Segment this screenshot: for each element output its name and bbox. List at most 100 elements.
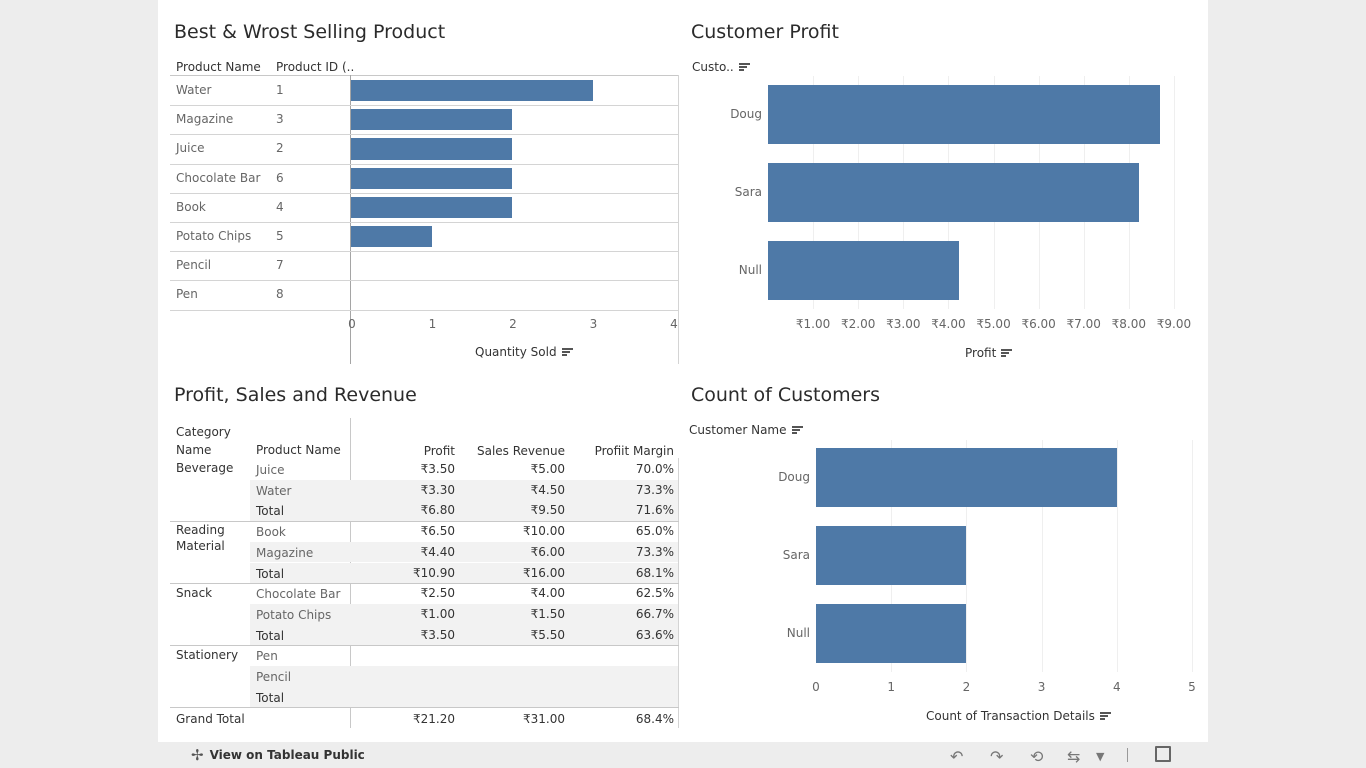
redo-icon[interactable]: ↷ xyxy=(990,747,1003,766)
psr-sales-cell: ₹10.00 xyxy=(523,524,565,539)
psr-margin-cell: 68.1% xyxy=(635,565,674,580)
row-divider xyxy=(170,105,679,107)
psr-profit-cell: ₹3.30 xyxy=(420,482,455,497)
psr-sales-cell: ₹5.50 xyxy=(530,627,565,642)
profit-bar[interactable] xyxy=(768,163,1140,222)
x-tick-label: ₹5.00 xyxy=(976,317,1011,331)
psr-product-cell: Juice xyxy=(256,463,285,477)
psr-product-cell: Total xyxy=(256,566,285,581)
x-tick-label: 3 xyxy=(1037,680,1046,694)
quantity-bar[interactable] xyxy=(351,167,512,189)
profit-margin-header[interactable]: Profiit Margin xyxy=(578,444,674,458)
tableau-logo-icon: ✢ xyxy=(191,746,204,764)
category-header-line1[interactable]: Category xyxy=(176,425,231,439)
quantity-sold-label: Quantity Sold xyxy=(475,345,557,359)
product-id-cell: 2 xyxy=(276,141,284,156)
row-divider xyxy=(170,280,679,282)
sort-icon[interactable] xyxy=(1099,712,1111,721)
product-id-cell: 7 xyxy=(276,258,284,273)
category-reading-line2: Material xyxy=(176,539,225,553)
psr-sales-cell: ₹9.50 xyxy=(530,503,565,518)
sort-icon[interactable] xyxy=(791,426,803,435)
footer-divider xyxy=(1127,748,1128,762)
psr-product-cell: Total xyxy=(256,504,285,519)
profit-bar[interactable] xyxy=(768,85,1161,144)
psr-sales-cell: ₹16.00 xyxy=(523,565,565,580)
quantity-bar[interactable] xyxy=(351,196,512,218)
profit-header[interactable]: Profit xyxy=(388,444,455,458)
quantity-bar[interactable] xyxy=(351,138,512,160)
psr-margin-cell: 66.7% xyxy=(635,606,674,621)
count-bar[interactable] xyxy=(816,448,1117,507)
x-tick-label: 5 xyxy=(1188,680,1196,694)
product-id-cell: 1 xyxy=(276,83,284,97)
psr-profit-cell: ₹3.50 xyxy=(420,627,455,642)
group-divider xyxy=(170,583,679,585)
quantity-sold-axis-title[interactable]: Quantity Sold xyxy=(475,345,573,359)
count-bar[interactable] xyxy=(816,604,967,663)
row-divider xyxy=(170,134,679,136)
sales-revenue-header[interactable]: Sales Revenue xyxy=(468,444,565,458)
x-tick-label: 2 xyxy=(962,680,971,694)
group-divider xyxy=(170,521,679,523)
view-on-tableau-link[interactable]: ✢ View on Tableau Public xyxy=(191,746,365,764)
customer-label: Doug xyxy=(730,107,762,121)
psr-product-cell: Magazine xyxy=(256,545,314,560)
row-divider xyxy=(170,192,679,194)
sort-icon[interactable] xyxy=(1001,349,1013,358)
category-stationery: Stationery xyxy=(176,648,239,662)
count-bar[interactable] xyxy=(816,526,967,585)
psr-profit-cell: ₹2.50 xyxy=(420,586,455,601)
profit-axis-title[interactable]: Profit xyxy=(965,346,1013,360)
sort-icon[interactable] xyxy=(561,348,573,357)
x-tick-label: 1 xyxy=(428,317,437,331)
quantity-bar[interactable] xyxy=(351,109,512,131)
product-id-header[interactable]: Product ID (.. xyxy=(276,60,354,74)
refresh-icon[interactable]: ⇆ xyxy=(1067,747,1080,766)
grand-total-label: Grand Total xyxy=(176,712,245,726)
category-header-line2[interactable]: Name xyxy=(176,443,211,457)
revert-icon[interactable]: ⟲ xyxy=(1030,747,1043,766)
customer-label: Sara xyxy=(782,548,810,562)
psr-sales-cell: ₹4.00 xyxy=(530,586,565,601)
product-name-cell: Pencil xyxy=(176,258,212,273)
x-tick-label: ₹8.00 xyxy=(1111,317,1147,331)
row-divider xyxy=(170,251,679,253)
psr-sales-cell: ₹4.50 xyxy=(530,482,565,497)
count-axis-title[interactable]: Count of Transaction Details xyxy=(926,709,1111,723)
psr-margin-cell: 63.6% xyxy=(635,627,674,642)
psr-sales-cell: ₹5.00 xyxy=(530,462,565,476)
psr-margin-cell: 62.5% xyxy=(635,586,674,601)
view-on-tableau-label: View on Tableau Public xyxy=(209,748,365,762)
psr-product-cell: Water xyxy=(256,483,292,498)
count-axis-label: Count of Transaction Details xyxy=(926,709,1095,723)
product-name-cell: Pen xyxy=(176,287,198,302)
psr-product-cell: Pencil xyxy=(256,670,292,684)
x-tick-label: ₹2.00 xyxy=(841,317,876,331)
quantity-bar[interactable] xyxy=(351,80,593,102)
profit-bar[interactable] xyxy=(768,241,959,300)
psr-product-cell: Total xyxy=(256,690,285,705)
customer-header[interactable]: Custo.. xyxy=(692,60,750,74)
customer-profit-title: Customer Profit xyxy=(691,21,839,43)
bw-header-divider xyxy=(170,75,679,76)
product-id-cell: 8 xyxy=(276,287,284,302)
row-divider xyxy=(170,222,679,223)
x-tick-label: ₹9.00 xyxy=(1156,317,1192,331)
chevron-down-icon[interactable]: ▼ xyxy=(1096,750,1104,763)
quantity-bar[interactable] xyxy=(351,226,432,248)
count-customers-title: Count of Customers xyxy=(691,384,881,406)
category-snack: Snack xyxy=(176,586,213,600)
fullscreen-icon[interactable] xyxy=(1155,746,1171,762)
x-tick-label: ₹3.00 xyxy=(886,317,921,331)
sort-icon[interactable] xyxy=(738,63,750,72)
x-tick-label: 2 xyxy=(509,317,517,331)
customer-name-header[interactable]: Customer Name xyxy=(689,423,803,437)
grand-total-divider xyxy=(170,707,679,708)
undo-icon[interactable]: ↶ xyxy=(950,747,963,766)
psr-product-header[interactable]: Product Name xyxy=(256,443,341,457)
x-tick-label: ₹1.00 xyxy=(795,317,831,331)
product-name-cell: Juice xyxy=(176,141,205,156)
product-name-header[interactable]: Product Name xyxy=(176,60,261,74)
row-divider xyxy=(170,163,679,165)
